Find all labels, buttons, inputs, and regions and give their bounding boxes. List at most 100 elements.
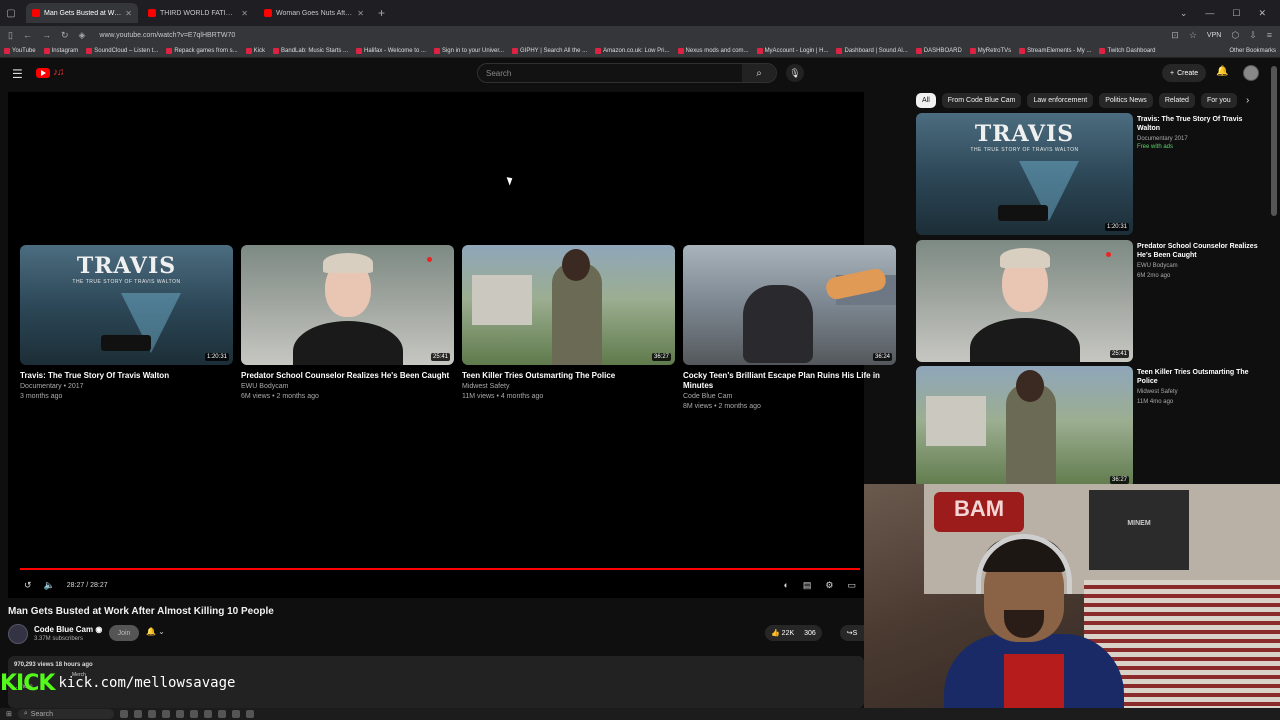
tab-search-icon[interactable]: ⌄ [1180, 8, 1188, 19]
other-bookmarks-folder[interactable]: Other Bookmarks [1229, 48, 1276, 54]
chip-for-you[interactable]: For you [1200, 93, 1237, 108]
bookmark-item[interactable]: MyAccount - Login | H... [756, 47, 828, 54]
search-button[interactable]: ⌕ [742, 64, 776, 82]
endscreen-card[interactable]: TRAVIS THE TRUE STORY OF TRAVIS WALTON 1… [20, 245, 233, 411]
account-avatar[interactable] [1243, 65, 1259, 81]
chip-politics-news[interactable]: Politics News [1099, 93, 1153, 108]
dislike-button[interactable]: 306 [804, 630, 816, 637]
taskbar-app-icon[interactable] [175, 710, 184, 718]
subscribed-bell-icon[interactable]: 🔔 ⌄ [146, 627, 165, 636]
taskbar-app-icon[interactable] [245, 710, 254, 718]
back-icon[interactable]: ← [23, 30, 32, 40]
channel-name[interactable]: Code Blue Cam ◉ [34, 625, 102, 634]
chip-related[interactable]: Related [1158, 93, 1195, 108]
bookmark-item[interactable]: DASHBOARD [915, 47, 962, 54]
notifications-bell-icon[interactable]: 🔔 [1216, 66, 1228, 77]
bookmark-item[interactable]: Instagram [43, 47, 78, 54]
shield-icon[interactable]: ◈ [79, 30, 86, 41]
minimize-icon[interactable]: — [1205, 8, 1214, 19]
chip-from-channel[interactable]: From Code Blue Cam [941, 93, 1022, 108]
related-title[interactable]: Predator School Counselor Realizes He's … [1137, 242, 1267, 260]
related-title[interactable]: Travis: The True Story Of Travis Walton [1137, 115, 1267, 133]
bookmark-star-icon[interactable]: ☆ [1189, 30, 1197, 41]
tab-menu-icon[interactable]: ▢ [0, 8, 22, 19]
video-thumbnail[interactable]: 25:41 [241, 245, 454, 365]
reload-icon[interactable]: ↻ [61, 30, 69, 41]
close-tab-icon[interactable]: ✕ [125, 9, 132, 18]
related-video[interactable]: TRAVIS THE TRUE STORY OF TRAVIS WALTON 1… [916, 113, 1268, 235]
chevron-right-icon[interactable]: › [1246, 95, 1249, 106]
download-icon[interactable]: ⇩ [1249, 30, 1257, 41]
taskbar-search[interactable]: ⌕ Search [17, 709, 114, 719]
bookmark-item[interactable]: BandLab: Music Starts ... [273, 47, 348, 54]
close-tab-icon[interactable]: ✕ [357, 9, 364, 18]
autoplay-toggle-icon[interactable]: ◐ [783, 580, 788, 591]
endscreen-card[interactable]: 36:24 Cocky Teen's Brilliant Escape Plan… [683, 245, 896, 411]
extensions-icon[interactable]: ⬡ [1231, 30, 1239, 41]
volume-icon[interactable]: 🔈 [44, 580, 55, 591]
browser-tab-3[interactable]: Woman Goes Nuts After Date G ✕ [258, 3, 370, 23]
maximize-icon[interactable]: ☐ [1232, 8, 1240, 19]
browser-tab-2[interactable]: THIRD WORLD FATIGUER THR ✕ [142, 3, 254, 23]
forward-icon[interactable]: → [42, 30, 51, 40]
create-button[interactable]: + Create [1162, 64, 1207, 82]
bookmark-item[interactable]: SoundCloud – Listen t... [86, 47, 158, 54]
bookmark-item[interactable]: Repack games from s... [166, 47, 238, 54]
bookmark-item[interactable]: StreamElements - My ... [1019, 47, 1091, 54]
youtube-logo[interactable]: ♪♫ [36, 67, 64, 78]
taskbar-app-icon[interactable] [189, 710, 198, 718]
close-window-icon[interactable]: ✕ [1258, 8, 1266, 19]
related-video[interactable]: 36:27 Teen Killer Tries Outsmarting The … [916, 366, 1268, 488]
menu-icon[interactable]: ≡ [1267, 30, 1272, 40]
progress-bar[interactable] [20, 568, 860, 570]
endscreen-card[interactable]: 36:27 Teen Killer Tries Outsmarting The … [462, 245, 675, 411]
miniplayer-icon[interactable]: ▭ [847, 580, 856, 591]
captions-icon[interactable]: ▤ [803, 580, 812, 591]
related-video[interactable]: 25:41 Predator School Counselor Realizes… [916, 240, 1268, 362]
new-tab-icon[interactable]: + [378, 6, 385, 20]
taskbar-app-icon[interactable] [147, 710, 156, 718]
bookmark-item[interactable]: Dashboard | Sound Al... [836, 47, 908, 54]
chip-all[interactable]: All [916, 93, 936, 108]
url-field[interactable]: www.youtube.com/watch?v=E7qlHBRTW70 [99, 32, 235, 39]
bookmark-item[interactable]: MyRetroTVs [969, 47, 1011, 54]
share-button[interactable]: ↪ S [840, 625, 864, 641]
channel-avatar[interactable] [8, 624, 28, 644]
taskbar-app-icon[interactable] [119, 710, 128, 718]
taskbar-app-icon[interactable] [133, 710, 142, 718]
video-thumbnail[interactable]: TRAVIS THE TRUE STORY OF TRAVIS WALTON 1… [20, 245, 233, 365]
card-title[interactable]: Teen Killer Tries Outsmarting The Police [462, 371, 675, 381]
card-title[interactable]: Cocky Teen's Brilliant Escape Plan Ruins… [683, 371, 896, 391]
taskbar-app-icon[interactable] [217, 710, 226, 718]
browser-tab-1[interactable]: Man Gets Busted at Work After ✕ [26, 3, 138, 23]
hamburger-menu-icon[interactable]: ☰ [12, 67, 23, 81]
replay-icon[interactable]: ↺ [24, 580, 32, 591]
taskbar-app-icon[interactable] [203, 710, 212, 718]
sidebar-toggle-icon[interactable]: ▯ [8, 30, 13, 41]
card-title[interactable]: Travis: The True Story Of Travis Walton [20, 371, 233, 381]
join-button[interactable]: Join [109, 625, 139, 641]
card-title[interactable]: Predator School Counselor Realizes He's … [241, 371, 454, 381]
page-scrollbar[interactable] [1271, 66, 1277, 216]
bookmark-item[interactable]: Halifax - Welcome to ... [356, 47, 426, 54]
taskbar-app-icon[interactable] [231, 710, 240, 718]
related-title[interactable]: Teen Killer Tries Outsmarting The Police [1137, 368, 1267, 386]
bookmark-item[interactable]: Amazon.co.uk: Low Pri... [595, 47, 670, 54]
bookmark-item[interactable]: Twitch Dashboard [1099, 47, 1156, 54]
like-button[interactable]: 👍 22K [771, 629, 794, 637]
video-thumbnail[interactable]: 36:27 [916, 366, 1133, 488]
bookmark-item[interactable]: Kick [245, 47, 265, 54]
search-input[interactable] [478, 68, 742, 78]
chip-law-enforcement[interactable]: Law enforcement [1027, 93, 1094, 108]
bookmark-item[interactable]: Nexus mods and com... [677, 47, 749, 54]
voice-search-mic-icon[interactable]: 🎙 [786, 64, 804, 82]
video-thumbnail[interactable]: 36:27 [462, 245, 675, 365]
taskbar-app-icon[interactable] [161, 710, 170, 718]
settings-gear-icon[interactable]: ⚙ [825, 580, 833, 591]
close-tab-icon[interactable]: ✕ [241, 9, 248, 18]
video-player[interactable]: TRAVIS THE TRUE STORY OF TRAVIS WALTON 1… [8, 92, 896, 598]
bookmark-item[interactable]: YouTube [4, 47, 36, 54]
video-thumbnail[interactable]: 36:24 [683, 245, 896, 365]
bookmark-item[interactable]: Sign in to your Univer... [433, 47, 504, 54]
screenshot-icon[interactable]: ⊡ [1171, 30, 1179, 41]
